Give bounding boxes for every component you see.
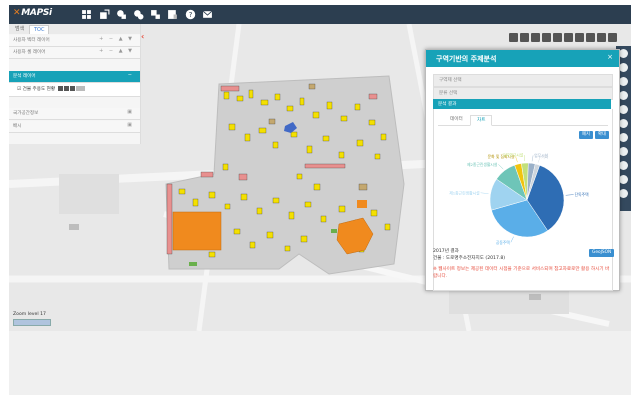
- pie-label: 제1종근린생활시설: [449, 190, 480, 195]
- layer-row-controls[interactable]: −: [128, 72, 134, 78]
- bookmark-icon[interactable]: [575, 33, 584, 42]
- svg-text:?: ?: [189, 10, 193, 19]
- link-icon[interactable]: [619, 91, 628, 100]
- zoom-icon[interactable]: [63, 86, 69, 91]
- tab-chart[interactable]: 차트: [470, 115, 493, 126]
- pie-chart: 단독주택공동주택제1종근린생활시설제2종근린생활시설문화 및 집회시설교육연구시…: [449, 153, 589, 245]
- tab-toc[interactable]: TOC: [29, 25, 50, 34]
- tab-search[interactable]: 범색: [11, 25, 28, 33]
- opacity-slider[interactable]: [75, 86, 85, 91]
- zone-select-placeholder: 구역제 선택: [439, 78, 462, 83]
- zoom-in-icon[interactable]: [520, 33, 529, 42]
- share-icon[interactable]: [586, 33, 595, 42]
- reset-icon[interactable]: [608, 33, 617, 42]
- layer-row-controls[interactable]: + − ▲ ▼: [99, 48, 134, 54]
- dialog-title: 구역기반의 주제분석: [436, 55, 497, 63]
- layer-row-label: 사용자 셀 레이어: [13, 50, 46, 55]
- pie-leader-line: [498, 164, 504, 170]
- pie-label: 단독주택: [575, 192, 589, 197]
- result-body: 데이터 차트 폐지 확대 단독주택 공동주택 제1종근린생활시설 제2종근린생활시설 문…: [433, 109, 615, 291]
- mail-icon[interactable]: [202, 9, 213, 20]
- disclaimer-text: ※ 웹사이트 정보는 제공된 데이터 시점을 기준으로 서비스되며 참고자료로만…: [433, 267, 610, 279]
- export-icon[interactable]: [99, 9, 110, 20]
- info-circle-icon[interactable]: [619, 175, 628, 184]
- pie-leader-line: [510, 236, 514, 243]
- top-toolbar: ✕MAPSi ?: [9, 5, 631, 24]
- pie-label: 교육연구시설: [502, 153, 523, 158]
- dialog-header[interactable]: 구역기반의 주제분석 ×: [426, 50, 619, 67]
- panel-tabs: 범색 TOC: [9, 24, 140, 34]
- layer-row-national-spatial[interactable]: 국가공간정보 ▣: [9, 108, 140, 120]
- result-section-header: 분석 결과: [433, 99, 611, 109]
- home-icon[interactable]: [619, 49, 628, 58]
- app-logo[interactable]: ✕MAPSi: [13, 8, 52, 18]
- sublayer-building-use[interactable]: ☑ 건물 주용도 현황: [9, 83, 140, 97]
- zoom-slider[interactable]: [13, 319, 51, 326]
- person-icon[interactable]: [619, 189, 628, 198]
- tag-icon[interactable]: [619, 105, 628, 114]
- pie-leader-line: [531, 155, 534, 162]
- layer-panel: 범색 TOC 사용자 벡터 레이어 + − ▲ ▼ 사용자 셀 레이어 + − …: [9, 24, 141, 144]
- analysis-icon[interactable]: [133, 9, 144, 20]
- pie-leader-line: [565, 194, 574, 196]
- sublayer-label: ☑ 건물 주용도 현황: [17, 86, 85, 92]
- help-icon[interactable]: ?: [185, 9, 196, 20]
- measure-distance-icon[interactable]: [542, 33, 551, 42]
- building-icon[interactable]: [619, 63, 628, 72]
- edit-icon[interactable]: [619, 77, 628, 86]
- pan-icon[interactable]: [564, 33, 573, 42]
- layer-row-user-cell[interactable]: 사용자 셀 레이어 + − ▲ ▼: [9, 47, 140, 59]
- layer-row-label: 배시: [13, 124, 22, 129]
- layer-row-label: 사용자 벡터 레이어: [13, 38, 50, 43]
- info-icon[interactable]: [69, 86, 75, 91]
- result-tabs: 데이터 차트: [438, 115, 608, 126]
- grid-icon[interactable]: [81, 9, 92, 20]
- print-icon[interactable]: [597, 33, 606, 42]
- layer-row-controls[interactable]: ▣: [127, 109, 134, 115]
- layer-row-controls[interactable]: ▣: [127, 122, 134, 128]
- thematic-analysis-dialog: 구역기반의 주제분석 × 구역제 선택 분류 선택 분석 결과 데이터 차트 폐…: [425, 49, 620, 291]
- style-icon[interactable]: [57, 86, 63, 91]
- map-tools-icon[interactable]: [150, 9, 161, 20]
- panel-collapse-button[interactable]: ‹: [141, 32, 144, 41]
- draw-icon[interactable]: [619, 119, 628, 128]
- result-year-text: 2017년 결과: [433, 249, 459, 254]
- pie-label: 제2종근린생활시설: [467, 162, 498, 167]
- result-section-label: 분석 결과: [438, 102, 457, 107]
- layer-row-controls[interactable]: + − ▲ ▼: [99, 36, 134, 42]
- filter-icon[interactable]: [619, 133, 628, 142]
- layer-row-basemap[interactable]: 배시 ▣: [9, 121, 140, 133]
- layer-row-analysis[interactable]: 분석 레이어 −: [9, 71, 140, 83]
- zone-select[interactable]: 구역제 선택: [433, 74, 613, 87]
- pie-leader-line: [480, 192, 489, 194]
- layer-row-label: 국가공간정보: [13, 111, 39, 116]
- measure-area-icon[interactable]: [553, 33, 562, 42]
- app-frame: ✕MAPSi ? 범색 TOC 사용자 벡터 레이어 + − ▲ ▼ 사용자 셀…: [9, 5, 631, 395]
- zoom-out-icon[interactable]: [531, 33, 540, 42]
- zoom-level-label: Zoom level 17: [13, 312, 46, 317]
- globe-icon[interactable]: [619, 147, 628, 156]
- fullscreen-icon[interactable]: [509, 33, 518, 42]
- layers-icon[interactable]: [116, 9, 127, 20]
- layer-row-user-vector[interactable]: 사용자 벡터 레이어 + − ▲ ▼: [9, 35, 140, 47]
- pie-label: 기타: [541, 154, 548, 159]
- bottom-area: [9, 331, 631, 395]
- layer-visibility-checkbox[interactable]: ☑: [17, 87, 21, 92]
- enlarge-button[interactable]: 확대: [595, 131, 609, 139]
- abolish-button[interactable]: 폐지: [579, 131, 593, 139]
- close-icon[interactable]: ×: [607, 53, 613, 61]
- layer-row-label: 분석 레이어: [13, 74, 36, 79]
- result-source-text: 건물 : 도로명주소전자지도 (2017.8): [433, 256, 506, 261]
- chart-icon[interactable]: [619, 161, 628, 170]
- geojson-export-button[interactable]: GeoJSON: [589, 249, 615, 257]
- statistics-icon[interactable]: [167, 9, 178, 20]
- tab-data[interactable]: 데이터: [444, 115, 469, 124]
- pie-label: 공동주택: [496, 240, 510, 245]
- category-select-placeholder: 분류 선택: [439, 91, 458, 96]
